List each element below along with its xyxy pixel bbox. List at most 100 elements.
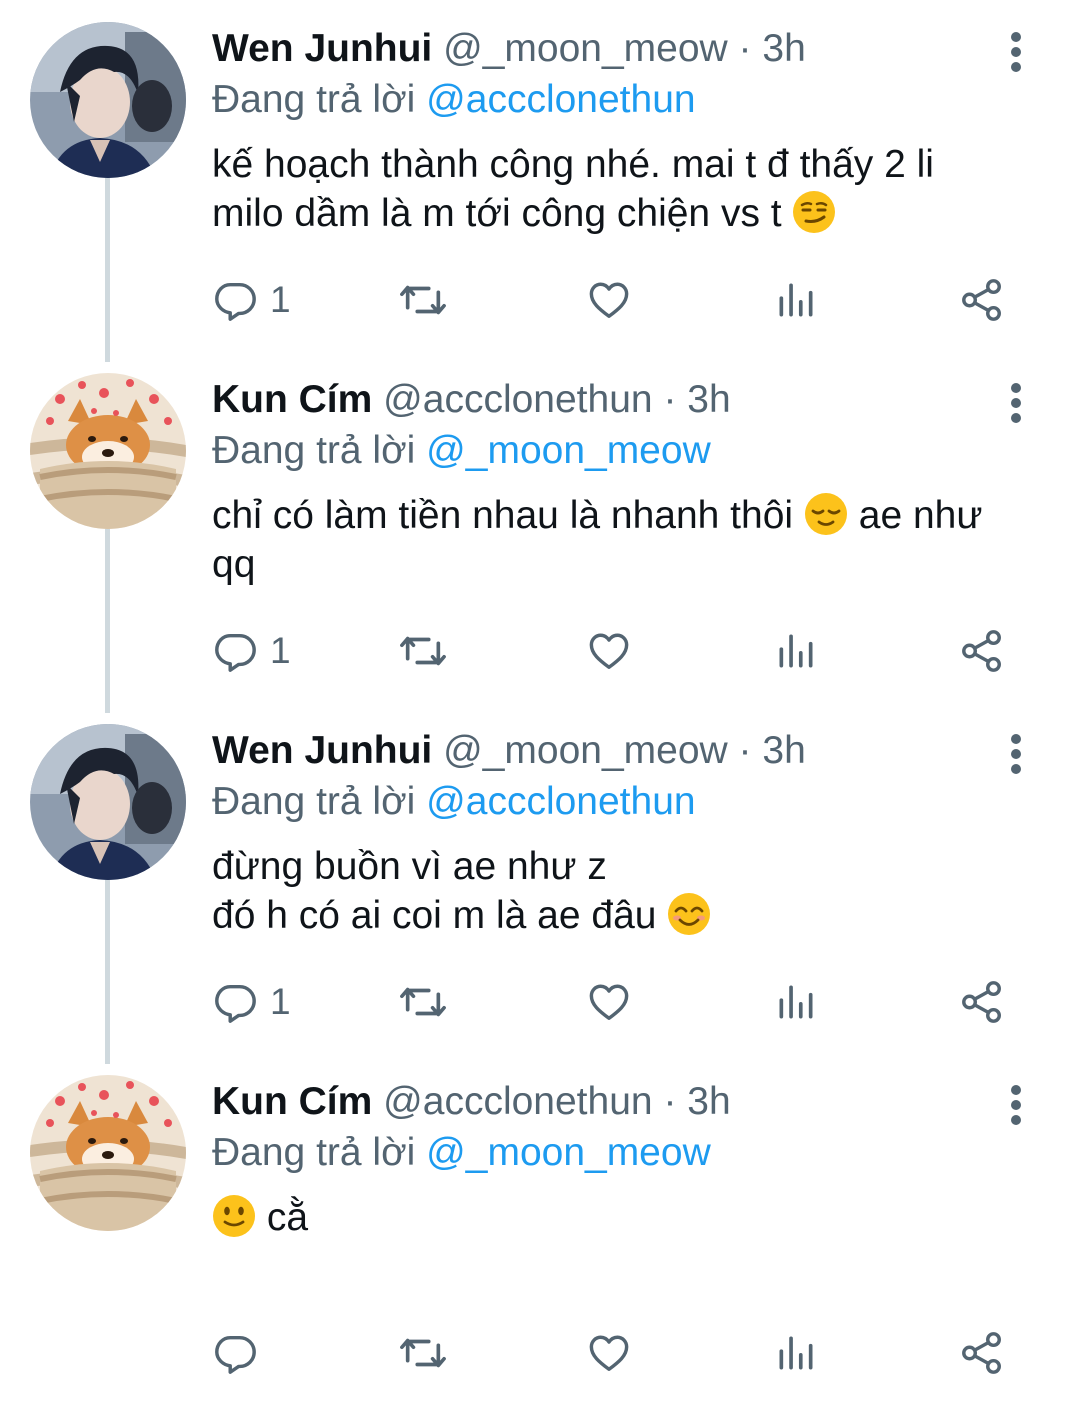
share-icon — [962, 981, 1001, 1023]
analytics-button[interactable] — [774, 974, 818, 1030]
avatar[interactable] — [30, 724, 186, 880]
tweet[interactable]: Kun Cím @accclonethun · 3h Đang trả lời … — [0, 361, 1080, 712]
relieved-emoji — [804, 493, 847, 535]
display-name[interactable]: Kun Cím — [212, 1080, 372, 1123]
share-icon — [962, 630, 1001, 672]
tweet-text-line: cằ — [266, 1196, 309, 1239]
reply-button[interactable]: 1 — [212, 623, 291, 679]
reply-button[interactable]: 1 — [212, 272, 291, 328]
tweet-text-line: milo dầm là m tới công chiện vs t — [212, 192, 782, 235]
avatar[interactable] — [30, 1075, 186, 1231]
separator-dot: · — [738, 729, 752, 772]
share-button[interactable] — [958, 974, 1006, 1030]
analytics-icon — [779, 985, 813, 1019]
retweet-icon — [400, 1338, 446, 1368]
avatar[interactable] — [30, 373, 186, 529]
replying-to: Đang trả lời @_moon_meow — [212, 1128, 711, 1178]
tweet-text: kế hoạch thành công nhé. mai t đ thấy 2 … — [212, 140, 1052, 238]
more-options-icon[interactable] — [1004, 383, 1028, 423]
retweet-icon — [400, 636, 446, 666]
tweet-text: cằ — [212, 1193, 1052, 1242]
smiling-emoji — [668, 893, 711, 935]
analytics-button[interactable] — [774, 272, 818, 328]
separator-dot: · — [663, 378, 677, 421]
like-icon — [589, 633, 629, 670]
tweet-text-line: chỉ có làm tiền nhau là nhanh thôi — [212, 494, 794, 537]
analytics-button[interactable] — [774, 1325, 818, 1381]
reply-icon — [215, 984, 256, 1023]
tweet-text: chỉ có làm tiền nhau là nhanh thôi ae nh… — [212, 491, 1052, 589]
tweet-text-line: kế hoạch thành công nhé. mai t đ thấy 2 … — [212, 143, 934, 186]
retweet-icon — [400, 987, 446, 1017]
tweet[interactable]: Kun Cím @accclonethun · 3h Đang trả lời … — [0, 1063, 1080, 1414]
more-options-icon[interactable] — [1004, 1085, 1028, 1125]
reply-button[interactable] — [212, 1325, 270, 1381]
replying-to: Đang trả lời @_moon_meow — [212, 426, 711, 476]
tweet[interactable]: Wen Junhui @_moon_meow · 3h Đang trả lời… — [0, 712, 1080, 1063]
retweet-button[interactable] — [398, 974, 448, 1030]
mention-link[interactable]: @_moon_meow — [426, 1131, 711, 1174]
analytics-icon — [779, 1336, 813, 1370]
display-name[interactable]: Wen Junhui — [212, 729, 432, 772]
slight-smile-emoji — [213, 1195, 255, 1237]
replying-prefix: Đang trả lời — [212, 780, 416, 823]
timestamp[interactable]: 3h — [762, 729, 805, 772]
reply-button[interactable]: 1 — [212, 974, 291, 1030]
separator-dot: · — [738, 27, 752, 70]
tweet-actions: 1 — [212, 974, 1032, 1030]
separator-dot: · — [663, 1080, 677, 1123]
retweet-button[interactable] — [398, 272, 448, 328]
like-button[interactable] — [585, 974, 633, 1030]
tweet-text-line: qq — [212, 543, 256, 586]
timestamp[interactable]: 3h — [762, 27, 805, 70]
like-button[interactable] — [585, 623, 633, 679]
like-button[interactable] — [585, 1325, 633, 1381]
user-handle[interactable]: @accclonethun — [383, 378, 652, 421]
retweet-button[interactable] — [398, 1325, 448, 1381]
timestamp[interactable]: 3h — [687, 378, 730, 421]
reply-icon — [215, 1335, 256, 1374]
more-options-icon[interactable] — [1004, 32, 1028, 72]
tweet-header: Kun Cím @accclonethun · 3h — [212, 1077, 731, 1127]
analytics-icon — [779, 634, 813, 668]
timestamp[interactable]: 3h — [687, 1080, 730, 1123]
reply-icon — [215, 282, 256, 321]
tweet-text-line: đừng buồn vì ae như z — [212, 845, 607, 888]
analytics-icon — [779, 283, 813, 317]
replying-to: Đang trả lời @accclonethun — [212, 75, 696, 125]
share-button[interactable] — [958, 623, 1006, 679]
like-button[interactable] — [585, 272, 633, 328]
user-handle[interactable]: @_moon_meow — [443, 27, 728, 70]
more-options-icon[interactable] — [1004, 734, 1028, 774]
tweet-header: Wen Junhui @_moon_meow · 3h — [212, 726, 806, 776]
like-icon — [589, 984, 629, 1021]
user-handle[interactable]: @accclonethun — [383, 1080, 652, 1123]
display-name[interactable]: Wen Junhui — [212, 27, 432, 70]
tweet-actions: 1 — [212, 272, 1032, 328]
reply-count: 1 — [270, 279, 291, 320]
tweet-actions: 1 — [212, 623, 1032, 679]
retweet-icon — [400, 285, 446, 315]
mention-link[interactable]: @accclonethun — [426, 780, 695, 823]
reply-icon — [215, 633, 256, 672]
reply-count: 1 — [270, 630, 291, 671]
display-name[interactable]: Kun Cím — [212, 378, 372, 421]
retweet-button[interactable] — [398, 623, 448, 679]
mention-link[interactable]: @accclonethun — [426, 78, 695, 121]
analytics-button[interactable] — [774, 623, 818, 679]
like-icon — [589, 1335, 629, 1372]
share-button[interactable] — [958, 272, 1006, 328]
user-handle[interactable]: @_moon_meow — [443, 729, 728, 772]
mention-link[interactable]: @_moon_meow — [426, 429, 711, 472]
like-icon — [589, 282, 629, 319]
tweet-header: Wen Junhui @_moon_meow · 3h — [212, 24, 806, 74]
share-icon — [962, 279, 1001, 321]
share-button[interactable] — [958, 1325, 1006, 1381]
tweet-text-line: đó h có ai coi m là ae đâu — [212, 894, 657, 937]
replying-prefix: Đang trả lời — [212, 1131, 416, 1174]
tweet-text: đừng buồn vì ae như z đó h có ai coi m l… — [212, 842, 1052, 940]
share-icon — [962, 1332, 1001, 1374]
tweet-actions — [212, 1325, 1032, 1381]
tweet[interactable]: Wen Junhui @_moon_meow · 3h Đang trả lời… — [0, 10, 1080, 361]
avatar[interactable] — [30, 22, 186, 178]
